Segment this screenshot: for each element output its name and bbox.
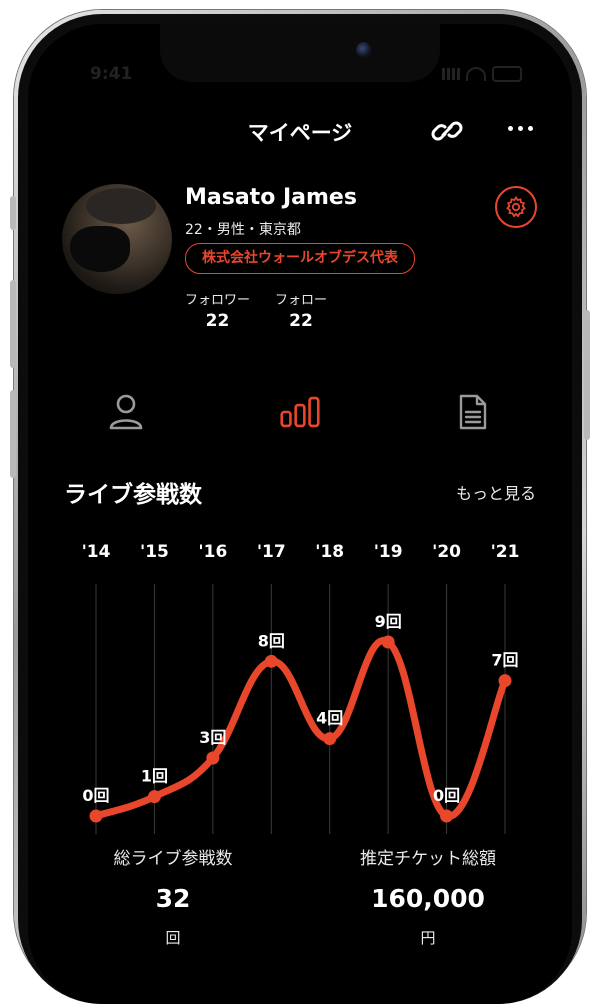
total-lives-stat: 総ライブ参戦数 32 回 bbox=[73, 844, 273, 948]
volume-down-button bbox=[10, 390, 16, 478]
ticket-total-value: 160,000 bbox=[371, 884, 485, 913]
chart-value-label: 7回 bbox=[491, 651, 518, 670]
tab-stats[interactable] bbox=[280, 392, 320, 432]
chart-year-label: '17 bbox=[257, 542, 286, 562]
settings-button[interactable] bbox=[495, 186, 537, 228]
chart-year-label: '18 bbox=[315, 542, 344, 562]
company-badge: 株式会社ウォールオブデス代表 bbox=[185, 243, 415, 274]
user-name: Masato James bbox=[185, 185, 357, 210]
user-meta: 22・男性・東京都 bbox=[185, 222, 301, 238]
wifi-icon bbox=[466, 67, 486, 81]
chart-point bbox=[147, 790, 161, 804]
chart-point bbox=[89, 809, 103, 823]
chart-year-label: '16 bbox=[198, 542, 227, 562]
following-stat[interactable]: フォロー 22 bbox=[275, 289, 327, 331]
live-count-chart: '14 '15 '16 '17 '18 '19 '20 '21 0回 1回 3回 8回 4回 9回 0回 7回 bbox=[82, 542, 520, 834]
following-count: 22 bbox=[289, 311, 313, 331]
notch bbox=[160, 24, 440, 82]
chart-point bbox=[264, 654, 278, 668]
followers-stat[interactable]: フォロワー 22 bbox=[185, 289, 250, 331]
chart-year-label: '19 bbox=[374, 542, 403, 562]
total-lives-unit: 回 bbox=[165, 929, 181, 947]
front-camera bbox=[356, 42, 372, 58]
chart-value-label: 0回 bbox=[433, 786, 460, 805]
total-lives-label: 総ライブ参戦数 bbox=[113, 849, 233, 869]
tab-documents[interactable] bbox=[453, 392, 493, 432]
see-more-link[interactable]: もっと見る bbox=[456, 480, 536, 504]
more-icon[interactable] bbox=[508, 126, 533, 131]
followers-label: フォロワー bbox=[185, 293, 251, 308]
chart-point bbox=[206, 751, 220, 765]
ticket-total-label: 推定チケット総額 bbox=[360, 849, 496, 869]
chart-point bbox=[498, 674, 512, 688]
link-icon[interactable] bbox=[430, 114, 464, 148]
chart-value-label: 1回 bbox=[141, 767, 168, 786]
avatar[interactable] bbox=[62, 184, 172, 294]
volume-up-button bbox=[10, 280, 16, 368]
battery-icon bbox=[492, 66, 522, 82]
total-lives-value: 32 bbox=[155, 884, 191, 913]
chart-value-label: 9回 bbox=[375, 612, 402, 631]
chart-value-label: 3回 bbox=[199, 728, 226, 747]
chart-year-label: '15 bbox=[140, 542, 169, 562]
chart-point bbox=[323, 732, 337, 746]
status-time: 9:41 bbox=[90, 64, 133, 84]
chart-year-label: '14 bbox=[82, 542, 111, 562]
document-icon bbox=[459, 394, 487, 430]
mute-switch bbox=[10, 196, 16, 230]
ticket-total-stat: 推定チケット総額 160,000 円 bbox=[328, 844, 528, 948]
chart-value-label: 4回 bbox=[316, 709, 343, 728]
signal-icon bbox=[442, 68, 460, 80]
chart-point bbox=[440, 809, 454, 823]
chart-year-label: '20 bbox=[432, 542, 461, 562]
chart-value-label: 0回 bbox=[82, 786, 109, 805]
section-title: ライブ参戦数 bbox=[64, 482, 202, 508]
tab-profile[interactable] bbox=[106, 392, 146, 432]
following-label: フォロー bbox=[275, 293, 328, 308]
chart-year-label: '21 bbox=[491, 542, 520, 562]
power-button bbox=[584, 310, 590, 440]
screen: 9:41 マイページ Masato James 22・男性・東京都 株式会社ウォ… bbox=[28, 24, 572, 1004]
gear-icon bbox=[506, 195, 526, 218]
chart-point bbox=[381, 635, 395, 649]
page-title: マイページ bbox=[247, 121, 353, 145]
followers-count: 22 bbox=[205, 311, 230, 331]
chart-value-label: 8回 bbox=[258, 631, 285, 650]
ticket-total-unit: 円 bbox=[420, 929, 436, 947]
bar-chart-icon bbox=[280, 396, 320, 428]
person-icon bbox=[109, 394, 143, 430]
status-icons bbox=[442, 66, 522, 82]
